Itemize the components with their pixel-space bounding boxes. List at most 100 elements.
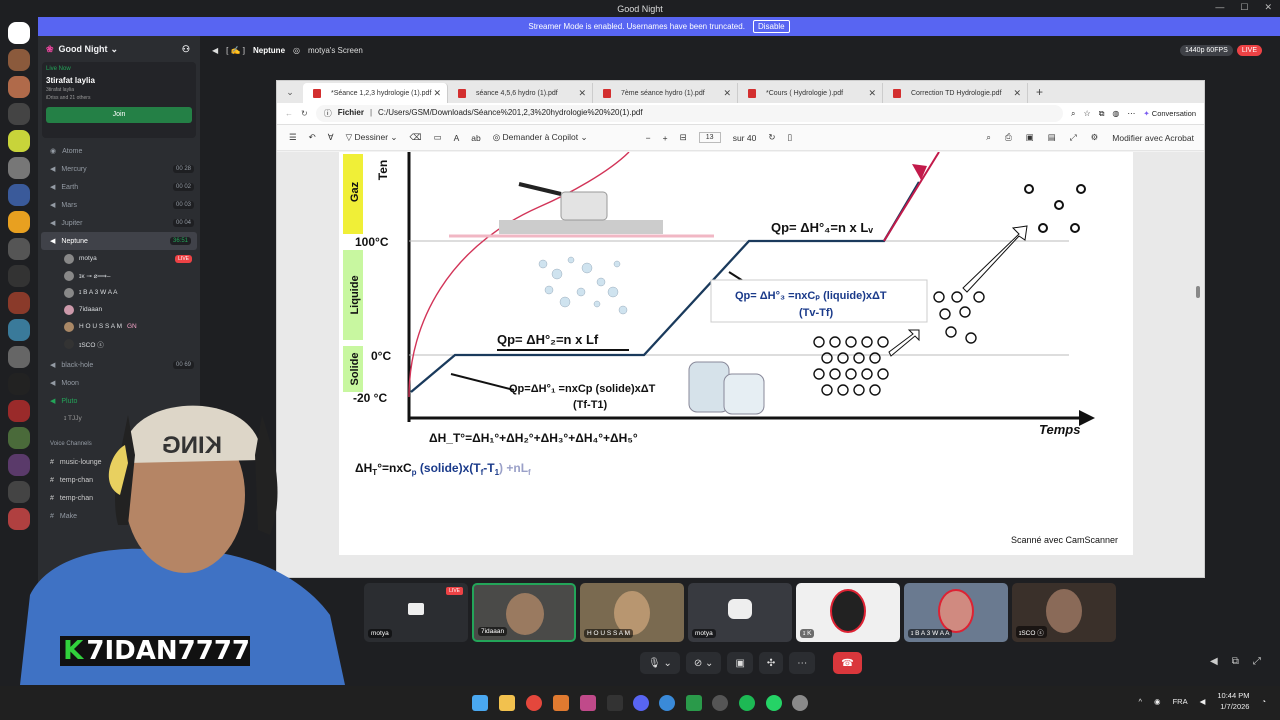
participant-tile[interactable]: ɪ B A 3 W A A <box>904 583 1008 642</box>
fit-page-icon[interactable]: ⊟ <box>680 132 687 143</box>
eraser-icon[interactable]: ⌫ <box>410 132 422 143</box>
chevron-up-icon[interactable]: ^ <box>1139 697 1143 706</box>
settings-gear-icon[interactable]: ⚙ <box>1091 132 1099 143</box>
browser-tab[interactable]: 7ème séance hydro (1).pdf ✕ <box>593 83 738 103</box>
server-name[interactable]: ❀ Good Night ⌄ ⚇ <box>38 36 200 62</box>
save-as-icon[interactable]: ▤ <box>1048 132 1056 143</box>
close-tab-icon[interactable]: ✕ <box>868 88 876 99</box>
notifications-icon[interactable]: ◔ <box>1261 697 1266 706</box>
close-tab-icon[interactable]: ✕ <box>723 88 731 99</box>
speaker-icon[interactable]: ◀ <box>1200 697 1206 706</box>
popout-icon[interactable]: ⧉ <box>1232 656 1239 667</box>
extensions-icon[interactable]: ⧉ <box>1099 109 1105 119</box>
server-icon[interactable] <box>8 292 30 314</box>
voice-user[interactable]: ɪ B A 3 W A A <box>38 284 200 301</box>
start-windows-icon[interactable] <box>472 695 488 711</box>
browser-tab[interactable]: *Séance 1,2,3 hydrologie (1).pdf ✕ <box>303 83 448 103</box>
tab-list-chevron-icon[interactable]: ⌄ <box>277 87 303 98</box>
server-icon[interactable] <box>8 76 30 98</box>
server-icon[interactable] <box>8 49 30 71</box>
page-number-input[interactable]: 13 <box>698 132 721 143</box>
stream-channel-name[interactable]: Neptune <box>253 46 285 55</box>
more-menu-icon[interactable]: ⋯ <box>1127 109 1135 118</box>
voice-user[interactable]: 7idaaan <box>38 301 200 318</box>
disable-button[interactable]: Disable <box>752 20 790 33</box>
close-tab-icon[interactable]: ✕ <box>578 88 586 99</box>
more-options-button[interactable]: ⋯ <box>789 652 816 674</box>
edit-acrobat-button[interactable]: Modifier avec Acrobat <box>1112 133 1194 143</box>
language-indicator[interactable]: FRA <box>1173 697 1188 706</box>
maximize-icon[interactable]: ☐ <box>1240 2 1248 13</box>
file-explorer-icon[interactable] <box>499 695 515 711</box>
server-icon[interactable] <box>8 319 30 341</box>
fullscreen-icon[interactable]: ⤢ <box>1070 132 1077 143</box>
voice-user[interactable]: H O U S S A M GN <box>38 318 200 335</box>
participant-tile[interactable]: ɪ K <box>796 583 900 642</box>
new-tab-icon[interactable]: + <box>1028 85 1051 99</box>
text-box-icon[interactable]: ▭ <box>434 132 442 143</box>
favorite-star-icon[interactable]: ☆ <box>1084 109 1091 118</box>
close-icon[interactable]: ✕ <box>1264 2 1272 13</box>
server-icon[interactable] <box>8 103 30 125</box>
voice-user[interactable]: ɪSCO ⓢ <box>38 335 200 352</box>
zoom-icon[interactable]: ⌕ <box>1071 109 1075 119</box>
wifi-icon[interactable]: ◉ <box>1154 697 1161 706</box>
disconnect-button[interactable]: ☎ <box>833 652 862 674</box>
mute-button[interactable]: 🎙 ⌄ <box>640 652 680 674</box>
server-icon[interactable] <box>8 157 30 179</box>
close-tab-icon[interactable]: ✕ <box>1013 88 1021 99</box>
voice-user[interactable]: ɪᴋ ⊸ ⌀⟹– <box>38 267 200 284</box>
browser-tab[interactable]: séance 4,5,6 hydro (1).pdf ✕ <box>448 83 593 103</box>
copilot-conversation-button[interactable]: ✦ Conversation <box>1143 109 1196 118</box>
channel-jupiter[interactable]: ◀ Jupiter 00 04 <box>38 214 200 232</box>
app-icon[interactable] <box>712 695 728 711</box>
app-icon[interactable] <box>580 695 596 711</box>
undo-icon[interactable]: ↶ <box>309 132 316 143</box>
chrome-icon[interactable] <box>526 695 542 711</box>
edge-icon[interactable] <box>659 695 675 711</box>
app-icon[interactable] <box>607 695 623 711</box>
pdf-viewer[interactable]: Gaz Liquide Solide Ten 100°C 0°C -20 °C <box>277 152 1204 577</box>
participant-tile[interactable]: 7idaaan <box>472 583 576 642</box>
whatsapp-icon[interactable] <box>766 695 782 711</box>
participant-tile[interactable]: H O U S S A M <box>580 583 684 642</box>
voice-user-motya[interactable]: motya LIVE <box>38 250 200 267</box>
spotify-icon[interactable] <box>739 695 755 711</box>
participant-tile[interactable]: ɪSCO ⓢ <box>1012 583 1116 642</box>
join-button[interactable]: Join <box>46 107 192 123</box>
copilot-button[interactable]: ◎ Demander à Copilot ⌄ <box>493 132 588 143</box>
volume-icon[interactable]: ◀ <box>1210 656 1218 667</box>
settings-gear-icon[interactable] <box>792 695 808 711</box>
discord-icon[interactable] <box>633 695 649 711</box>
channel-neptune[interactable]: ◀ Neptune 36:51 <box>41 232 197 250</box>
refresh-icon[interactable]: ↻ <box>301 109 308 118</box>
page-view-icon[interactable]: ▯ <box>787 132 792 143</box>
server-icon[interactable] <box>8 211 30 233</box>
add-member-icon[interactable]: ⚇ <box>182 44 190 55</box>
channel-atome[interactable]: ◉ Atome <box>38 142 200 160</box>
camera-button[interactable]: ⊘ ⌄ <box>685 652 722 674</box>
participant-tile[interactable]: motya <box>688 583 792 642</box>
discord-home-icon[interactable] <box>8 22 30 44</box>
server-icon[interactable] <box>8 346 30 368</box>
browser-tab[interactable]: *Cours ( Hydrologie ).pdf ✕ <box>738 83 883 103</box>
back-arrow-icon[interactable]: ← <box>285 109 293 118</box>
server-icon[interactable] <box>8 238 30 260</box>
zoom-out-icon[interactable]: − <box>646 133 651 143</box>
print-icon[interactable]: ⎙ <box>1005 132 1012 143</box>
stream-quality-badge[interactable]: 1440p 60FPS <box>1180 44 1233 56</box>
share-screen-button[interactable]: ▣ <box>727 652 753 674</box>
translate-icon[interactable]: ab <box>471 133 480 143</box>
scrollbar-thumb[interactable] <box>1196 286 1200 298</box>
channel-mars[interactable]: ◀ Mars 00 03 <box>38 196 200 214</box>
minimize-icon[interactable]: — <box>1215 2 1224 13</box>
fullscreen-icon[interactable]: ⤢ <box>1253 656 1261 667</box>
browser-tab[interactable]: Correction TD Hydrologie.pdf ✕ <box>883 83 1028 103</box>
app-icon[interactable] <box>553 695 569 711</box>
channel-mercury[interactable]: ◀ Mercury 00 28 <box>38 160 200 178</box>
profile-icon[interactable]: ◍ <box>1112 109 1119 118</box>
app-icon[interactable] <box>686 695 702 711</box>
contents-icon[interactable]: ☰ <box>289 132 297 143</box>
activities-button[interactable]: ✣ <box>758 652 784 674</box>
server-icon[interactable] <box>8 265 30 287</box>
